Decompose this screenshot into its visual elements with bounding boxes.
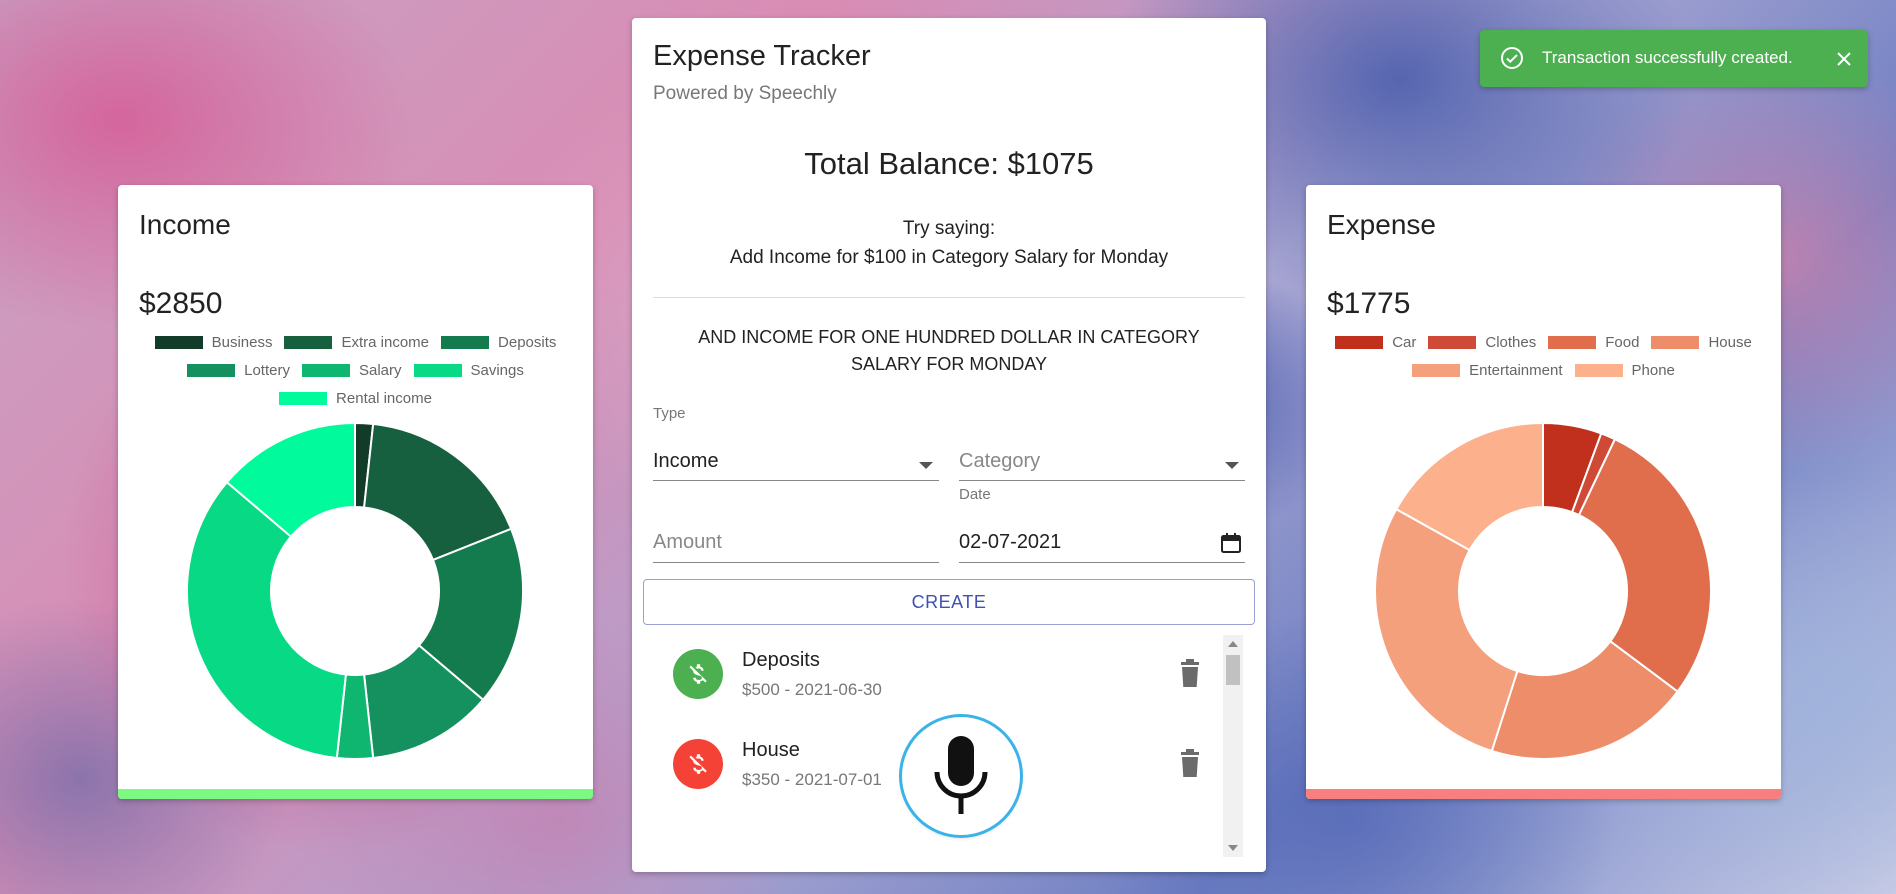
income-legend-item[interactable]: Lottery <box>187 361 290 379</box>
legend-swatch <box>1412 363 1461 377</box>
try-saying-example: Add Income for $100 in Category Salary f… <box>729 247 1169 268</box>
expense-legend-item[interactable]: Clothes <box>1428 333 1536 351</box>
delete-icon[interactable] <box>1178 749 1202 779</box>
microphone-icon <box>934 736 988 814</box>
legend-label: Lottery <box>244 361 290 379</box>
delete-icon[interactable] <box>1178 659 1202 689</box>
expense-legend-item[interactable]: House <box>1651 333 1752 351</box>
transaction-detail: $500 - 2021-06-30 <box>742 680 882 699</box>
check-circle-icon <box>1501 47 1523 69</box>
legend-label: Clothes <box>1485 333 1537 351</box>
category-placeholder: Category <box>959 450 1041 472</box>
expense-slice-entertainment[interactable] <box>1374 507 1519 753</box>
expense-legend-item[interactable]: Food <box>1548 333 1639 351</box>
chevron-down-icon <box>919 462 933 469</box>
scroll-down-icon[interactable] <box>1228 845 1238 851</box>
legend-swatch <box>441 335 490 349</box>
legend-label: Rental income <box>336 389 432 407</box>
microphone-button[interactable] <box>902 717 1020 835</box>
legend-swatch <box>1428 335 1477 349</box>
legend-label: Phone <box>1631 361 1675 379</box>
app-subtitle: Powered by Speechly <box>653 83 837 104</box>
legend-swatch <box>187 363 236 377</box>
expense-bottom-bar <box>1306 789 1781 799</box>
type-select[interactable]: Income <box>653 426 939 481</box>
amount-input[interactable]: Amount <box>653 508 939 563</box>
scroll-up-icon[interactable] <box>1228 641 1238 647</box>
scroll-thumb[interactable] <box>1226 655 1240 685</box>
legend-label: Food <box>1605 333 1640 351</box>
money-off-icon <box>673 739 723 789</box>
legend-swatch <box>1335 335 1384 349</box>
date-input[interactable]: 02-07-2021 <box>959 508 1245 563</box>
type-label: Type <box>653 405 686 422</box>
transaction-category: Deposits <box>742 649 820 671</box>
app-title: Expense Tracker <box>653 40 871 72</box>
legend-label: Extra income <box>341 333 430 351</box>
transaction-category: House <box>742 739 800 761</box>
legend-label: Business <box>211 333 273 351</box>
income-legend-item[interactable]: Business <box>154 333 273 351</box>
toast-message: Transaction successfully created. <box>1542 48 1793 67</box>
income-slice-savings[interactable] <box>186 480 348 760</box>
money-off-icon <box>673 649 723 699</box>
create-button[interactable]: CREATE <box>643 579 1255 625</box>
legend-label: Deposits <box>498 333 557 351</box>
legend-swatch <box>279 391 328 405</box>
income-legend-item[interactable]: Extra income <box>284 333 429 351</box>
legend-swatch <box>413 363 462 377</box>
legend-label: Car <box>1392 333 1417 351</box>
income-card: Income $2850 Business Extra income Deposit… <box>118 185 593 799</box>
success-toast: Transaction successfully created. <box>1480 30 1868 87</box>
income-legend-item[interactable]: Salary <box>301 361 402 379</box>
transaction-detail: $350 - 2021-07-01 <box>742 770 882 789</box>
try-saying-label: Try saying: <box>902 218 996 239</box>
income-legend: Business Extra income Deposits Lottery Salar… <box>128 333 583 417</box>
expense-legend-item[interactable]: Entertainment <box>1412 361 1563 379</box>
legend-label: House <box>1708 333 1752 351</box>
expense-legend-item[interactable]: Car <box>1335 333 1416 351</box>
legend-label: Entertainment <box>1469 361 1563 379</box>
expense-legend-item[interactable]: Phone <box>1574 361 1675 379</box>
legend-swatch <box>1574 363 1623 377</box>
legend-swatch <box>1548 335 1597 349</box>
chevron-down-icon <box>1225 462 1239 469</box>
income-legend-item[interactable]: Deposits <box>441 333 556 351</box>
legend-swatch <box>154 335 203 349</box>
date-label: Date <box>959 486 991 503</box>
legend-swatch <box>301 363 350 377</box>
expense-total: $1775 <box>1327 287 1411 320</box>
category-select[interactable]: Category <box>959 426 1245 481</box>
legend-label: Salary <box>358 361 402 379</box>
legend-swatch <box>284 335 333 349</box>
income-legend-item[interactable]: Savings <box>413 361 524 379</box>
transaction-item[interactable]: Deposits $500 - 2021-06-30 <box>643 635 1213 715</box>
divider <box>653 297 1245 298</box>
legend-label: Savings <box>470 361 524 379</box>
expense-legend: Car Clothes Food House Entertainment Phone <box>1316 333 1771 389</box>
date-value: 02-07-2021 <box>959 531 1062 553</box>
expense-title: Expense <box>1327 209 1436 240</box>
legend-swatch <box>1651 335 1700 349</box>
total-balance: Total Balance: $1075 <box>804 146 1094 181</box>
close-icon[interactable] <box>1834 49 1854 69</box>
calendar-icon[interactable] <box>1219 531 1243 555</box>
income-title: Income <box>139 209 231 240</box>
expense-donut-chart <box>1374 421 1712 760</box>
amount-placeholder: Amount <box>653 531 722 553</box>
type-value: Income <box>653 450 719 472</box>
income-total: $2850 <box>139 287 223 320</box>
income-bottom-bar <box>118 789 593 799</box>
income-legend-item[interactable]: Rental income <box>279 389 432 407</box>
list-scrollbar[interactable] <box>1223 635 1243 857</box>
income-donut-chart <box>186 421 524 760</box>
speech-transcript: AND INCOME FOR ONE HUNDRED DOLLAR IN CAT… <box>698 327 1200 374</box>
expense-card: Expense $1775 Car Clothes Food House Enterta… <box>1306 185 1781 799</box>
